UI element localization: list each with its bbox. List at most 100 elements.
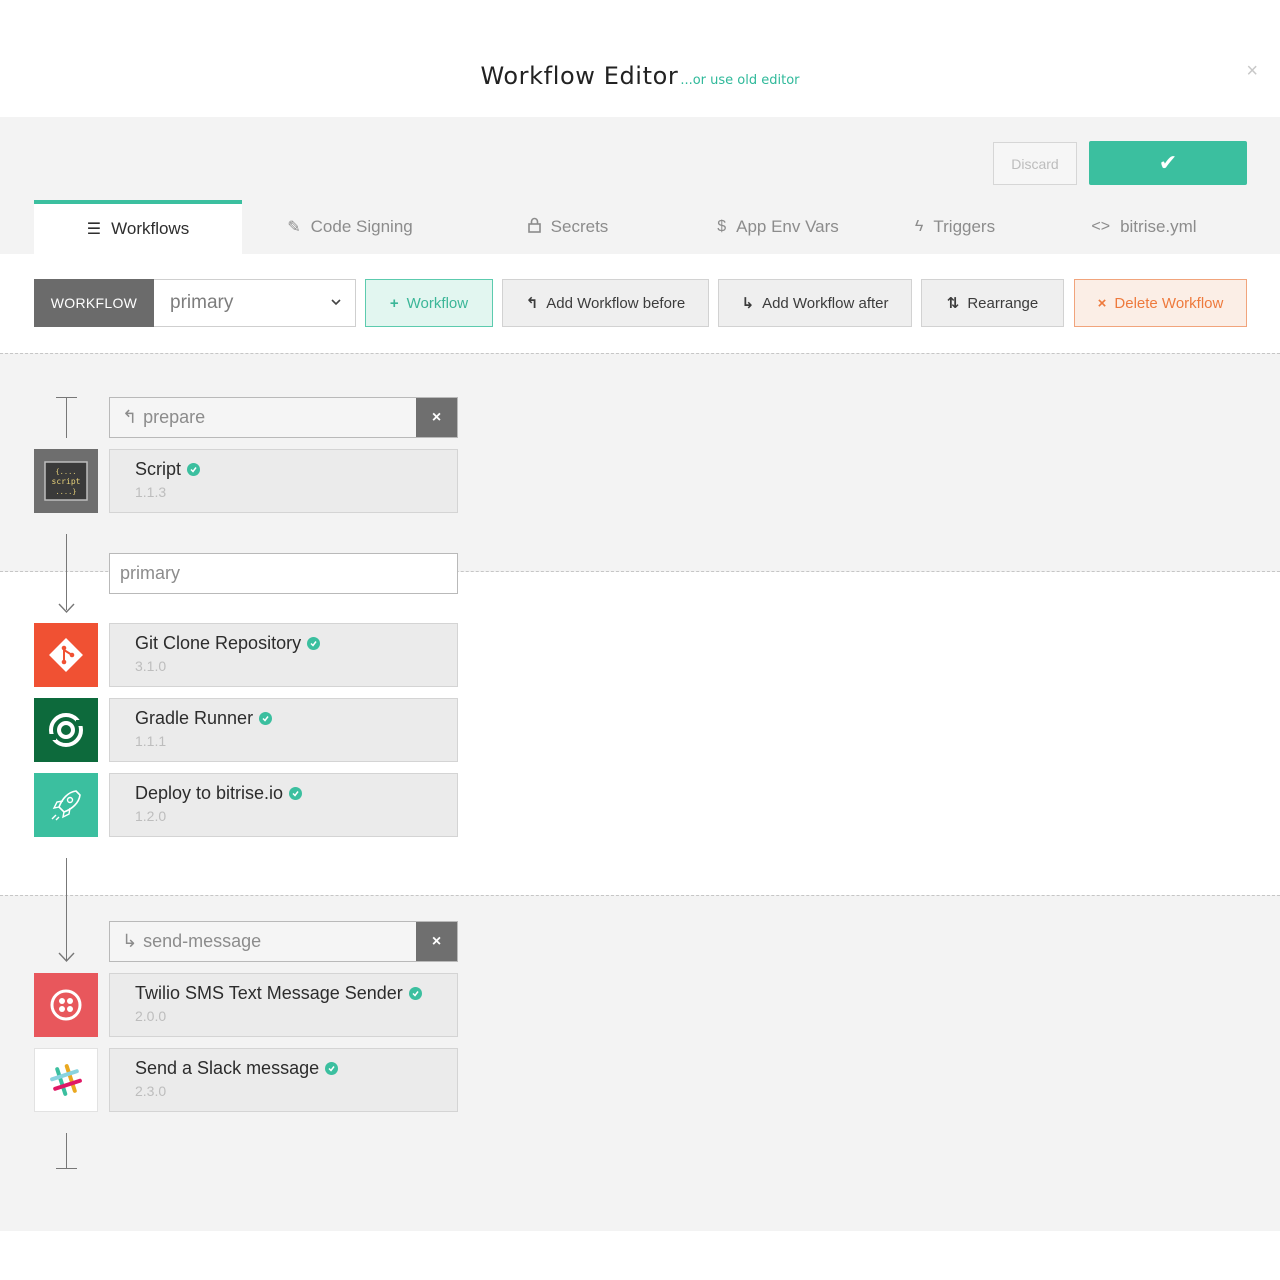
workflow-name: prepare (143, 407, 206, 427)
step-card-gradle-runner[interactable]: Gradle Runner 1.1.1 (109, 698, 458, 762)
add-workflow-button[interactable]: + Workflow (365, 279, 493, 327)
flow-end-cap (56, 1168, 77, 1169)
svg-text:{....: {.... (55, 468, 76, 476)
rearrange-button[interactable]: ⇅ Rearrange (921, 279, 1064, 327)
step-name: Gradle Runner (135, 708, 254, 728)
rocket-icon (34, 773, 98, 837)
code-icon: <> (1091, 218, 1111, 235)
script-icon: {.... script....} (34, 449, 98, 513)
close-icon: × (1097, 294, 1107, 312)
step-title: Git Clone Repository (135, 633, 457, 654)
add-workflow-after-button[interactable]: ↳ Add Workflow after (718, 279, 912, 327)
arrow-up-left-icon: ↰ (525, 295, 539, 312)
workflow-name: primary (120, 563, 181, 583)
tab-label: Code Signing (310, 217, 413, 236)
tab-secrets[interactable]: Secrets (498, 200, 638, 254)
tab-triggers[interactable]: ϟ Triggers (890, 200, 1020, 254)
tab-workflows[interactable]: ☰ Workflows (34, 200, 242, 254)
verified-icon (289, 787, 303, 800)
step-title: Deploy to bitrise.io (135, 783, 457, 804)
button-label: Rearrange (967, 294, 1039, 312)
step-card-script[interactable]: Script 1.1.3 (109, 449, 458, 513)
step-title: Gradle Runner (135, 708, 457, 729)
step-card-twilio[interactable]: Twilio SMS Text Message Sender 2.0.0 (109, 973, 458, 1037)
twilio-icon (34, 973, 98, 1037)
arrow-up-left-icon: ↰ (122, 407, 138, 427)
title-wrap: Workflow Editor ...or use old editor (0, 62, 1280, 90)
tab-label: App Env Vars (736, 217, 839, 236)
checkmark-icon: ✔ (1158, 150, 1178, 175)
remove-workflow-button[interactable]: × (416, 398, 457, 437)
tab-bitrise-yml[interactable]: <> bitrise.yml (1074, 200, 1214, 254)
old-editor-link[interactable]: ...or use old editor (680, 73, 799, 88)
step-name: Script (135, 459, 182, 479)
button-label: Add Workflow before (546, 294, 686, 312)
tab-label: bitrise.yml (1120, 217, 1197, 236)
tab-label: Triggers (933, 217, 996, 236)
step-version: 2.3.0 (135, 1083, 167, 1099)
tab-app-env-vars[interactable]: $ App Env Vars (678, 200, 878, 254)
divider (0, 895, 1280, 896)
close-icon[interactable]: × (1246, 60, 1258, 83)
lock-icon (527, 217, 541, 238)
slack-icon (34, 1048, 98, 1112)
arrow-down-icon (58, 603, 75, 614)
flow-line (66, 397, 67, 438)
modal-header: Workflow Editor ...or use old editor × (0, 0, 1280, 117)
workflow-select[interactable]: primary (154, 279, 356, 327)
workflow-box-send-message[interactable]: ↳ send-message × (109, 921, 458, 962)
step-version: 1.2.0 (135, 808, 167, 824)
chevron-down-icon (331, 294, 341, 309)
button-label: Delete Workflow (1114, 294, 1224, 312)
flow-line (66, 858, 67, 960)
svg-text:....}: ....} (55, 488, 76, 496)
arrow-down-right-icon: ↳ (122, 931, 138, 951)
tab-bar: ☰ Workflows ✎ Code Signing Secrets $ App… (34, 200, 1280, 254)
step-card-git-clone[interactable]: Git Clone Repository 3.1.0 (109, 623, 458, 687)
button-label: Workflow (406, 294, 469, 312)
step-card-deploy[interactable]: Deploy to bitrise.io 1.2.0 (109, 773, 458, 837)
step-card-slack[interactable]: Send a Slack message 2.3.0 (109, 1048, 458, 1112)
step-name: Twilio SMS Text Message Sender (135, 983, 403, 1003)
list-icon: ☰ (86, 221, 102, 238)
plus-icon: + (389, 294, 399, 312)
divider (0, 353, 1280, 354)
step-title: Twilio SMS Text Message Sender (135, 983, 457, 1004)
button-label: Add Workflow after (762, 294, 889, 312)
gradle-icon (34, 698, 98, 762)
workflow-editor-page: Workflow Editor ...or use old editor × Di… (0, 0, 1280, 1280)
page-title: Workflow Editor (480, 62, 679, 90)
verified-icon (325, 1062, 339, 1075)
workflow-label: WORKFLOW (34, 279, 154, 327)
step-name: Send a Slack message (135, 1058, 320, 1078)
step-version: 3.1.0 (135, 658, 167, 674)
workflow-box-primary[interactable]: primary (109, 553, 458, 594)
step-version: 2.0.0 (135, 1008, 167, 1024)
add-workflow-before-button[interactable]: ↰ Add Workflow before (502, 279, 709, 327)
arrow-down-right-icon: ↳ (741, 295, 755, 312)
bolt-icon: ϟ (914, 218, 924, 235)
arrow-down-icon (58, 952, 75, 963)
tab-code-signing[interactable]: ✎ Code Signing (270, 200, 430, 254)
step-name: Git Clone Repository (135, 633, 302, 653)
tab-label: Secrets (550, 217, 609, 236)
workflow-name: send-message (143, 931, 262, 951)
swap-vertical-icon: ⇅ (946, 295, 960, 312)
git-icon (34, 623, 98, 687)
discard-button[interactable]: Discard (993, 142, 1077, 185)
delete-workflow-button[interactable]: × Delete Workflow (1074, 279, 1247, 327)
footer (0, 1231, 1280, 1280)
verified-icon (259, 712, 273, 725)
remove-workflow-button[interactable]: × (416, 922, 457, 961)
flow-line (66, 1133, 67, 1169)
verified-icon (187, 463, 201, 476)
step-title: Send a Slack message (135, 1058, 457, 1079)
edit-icon: ✎ (287, 219, 301, 236)
save-button[interactable]: ✔ (1089, 141, 1247, 185)
workflow-box-prepare[interactable]: ↰ prepare × (109, 397, 458, 438)
step-name: Deploy to bitrise.io (135, 783, 284, 803)
dollar-icon: $ (717, 218, 727, 235)
step-title: Script (135, 459, 457, 480)
step-version: 1.1.3 (135, 484, 167, 500)
tab-label: Workflows (111, 219, 190, 238)
